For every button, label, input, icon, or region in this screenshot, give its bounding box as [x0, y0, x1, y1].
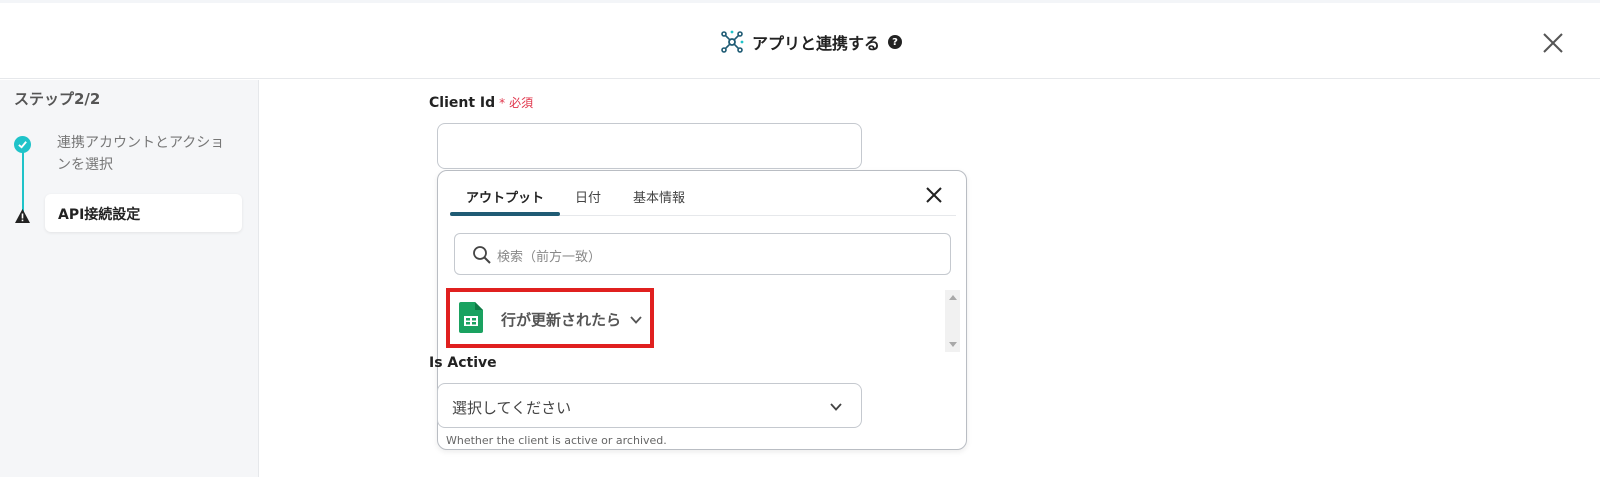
google-sheets-icon — [459, 302, 483, 333]
tab-basic-info[interactable]: 基本情報 — [633, 187, 685, 206]
step-connector — [22, 146, 24, 212]
dialog-header: アプリと連携する ? — [0, 3, 1600, 79]
chevron-down-icon — [630, 316, 642, 324]
is-active-select[interactable]: 選択してください — [437, 383, 862, 428]
is-active-label: Is Active — [429, 355, 497, 371]
main-form: Client Id * 必須 アウトプット 日付 基本情報 検索（前方一致） 行… — [260, 80, 1600, 477]
popup-tab-bar: アウトプット 日付 基本情報 — [450, 171, 956, 216]
is-active-help-text: Whether the client is active or archived… — [446, 434, 667, 447]
help-icon[interactable]: ? — [888, 35, 903, 49]
client-id-label: Client Id * 必須 — [429, 94, 533, 111]
required-badge: 必須 — [509, 96, 534, 110]
list-item-row-updated[interactable]: 行が更新されたら — [446, 288, 654, 348]
step-item-account-action[interactable]: 連携アカウントとアクションを選択 — [57, 132, 237, 176]
tab-output[interactable]: アウトプット — [466, 187, 544, 206]
check-icon — [14, 136, 31, 153]
search-placeholder: 検索（前方一致） — [497, 250, 602, 265]
step-sidebar: ステップ2/2 連携アカウントとアクションを選択 API接続設定 — [0, 80, 259, 477]
client-id-label-text: Client Id — [429, 95, 496, 111]
tab-date[interactable]: 日付 — [575, 187, 601, 206]
is-active-value: 選択してください — [452, 399, 572, 417]
scroll-up-arrow-icon[interactable] — [949, 295, 957, 300]
warning-icon — [15, 209, 30, 223]
required-asterisk: * — [499, 96, 506, 110]
scroll-down-arrow-icon[interactable] — [949, 342, 957, 347]
active-tab-indicator — [450, 212, 560, 216]
dialog-title: アプリと連携する — [752, 34, 881, 53]
popup-close-icon[interactable] — [925, 186, 943, 204]
search-icon — [473, 246, 491, 264]
list-item-label: 行が更新されたら — [501, 311, 622, 329]
header-title: アプリと連携する ? — [720, 29, 903, 55]
step-item-api-settings[interactable]: API接続設定 — [45, 194, 242, 232]
network-icon — [721, 30, 744, 53]
popup-scrollbar[interactable] — [945, 290, 960, 352]
chevron-down-icon — [830, 403, 842, 411]
step-counter: ステップ2/2 — [14, 90, 101, 108]
close-icon[interactable] — [1541, 31, 1565, 55]
client-id-input[interactable] — [437, 123, 862, 169]
search-input[interactable]: 検索（前方一致） — [454, 233, 951, 275]
